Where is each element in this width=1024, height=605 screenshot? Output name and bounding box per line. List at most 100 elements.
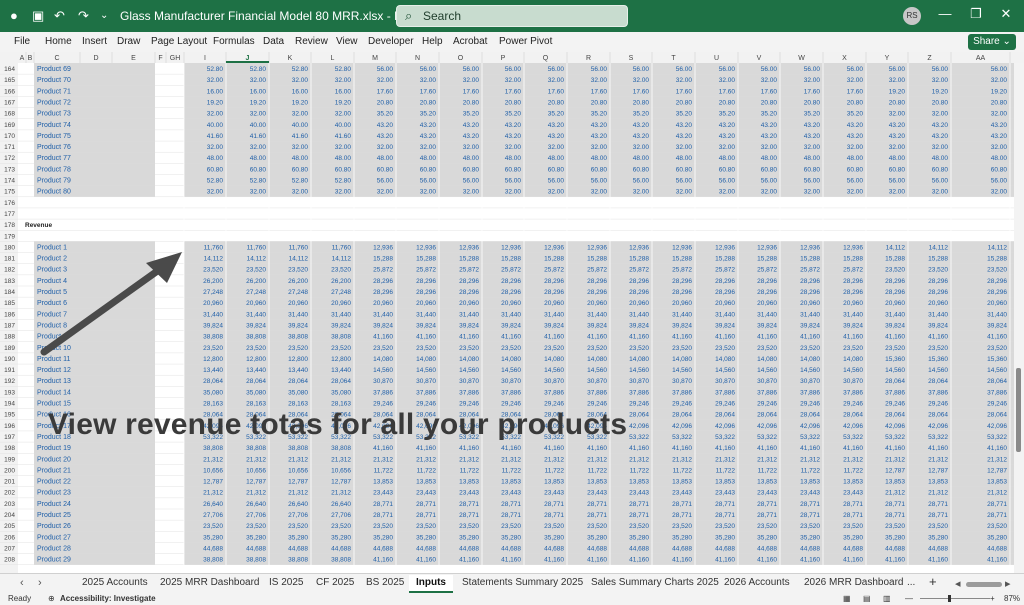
- value-cell: 21,312: [843, 456, 863, 463]
- value-cell: 26,200: [203, 278, 223, 285]
- value-cell: 17.60: [761, 88, 778, 95]
- annotation-caption: View revenue totas for all your products: [48, 408, 628, 441]
- minimize-icon[interactable]: —: [935, 6, 955, 21]
- tab-2026-mrr-dashboard[interactable]: 2026 MRR Dashboard: [804, 577, 904, 588]
- redo-icon[interactable]: ↷: [78, 7, 89, 25]
- value-cell: 44,688: [459, 545, 479, 552]
- tab-2025-mrr-dashboard[interactable]: 2025 MRR Dashboard: [160, 577, 260, 588]
- add-sheet-icon[interactable]: +: [929, 574, 937, 589]
- product-label: Product 27: [37, 534, 71, 541]
- value-cell: 56.00: [991, 178, 1008, 185]
- row-header: 170: [4, 133, 15, 140]
- value-cell: 43.20: [505, 122, 522, 129]
- page-break-icon[interactable]: ▥: [883, 594, 891, 603]
- autosave-toggle-icon[interactable]: ●: [10, 7, 18, 25]
- search-input[interactable]: ⌕ Search: [396, 5, 628, 27]
- menu-draw[interactable]: Draw: [117, 36, 140, 47]
- value-cell: 37,886: [843, 389, 863, 396]
- tab-is-2025[interactable]: IS 2025: [269, 577, 303, 588]
- value-cell: 32.00: [932, 111, 949, 118]
- value-cell: 43.20: [420, 133, 437, 140]
- page-layout-icon[interactable]: ▤: [863, 594, 871, 603]
- quick-access-more-icon[interactable]: ⌄: [100, 7, 108, 25]
- normal-view-icon[interactable]: ▦: [843, 594, 851, 603]
- menu-formulas[interactable]: Formulas: [213, 36, 255, 47]
- value-cell: 20,960: [246, 300, 266, 307]
- horizontal-scrollbar[interactable]: [966, 582, 1002, 587]
- value-cell: 13,853: [672, 479, 692, 486]
- value-cell: 44,688: [246, 545, 266, 552]
- menu-data[interactable]: Data: [263, 36, 284, 47]
- value-cell: 41,160: [843, 557, 863, 564]
- value-cell: 11,722: [588, 467, 608, 474]
- share-button[interactable]: Share ⌄: [968, 34, 1016, 50]
- value-cell: 20,960: [928, 300, 948, 307]
- value-cell: 43.20: [761, 122, 778, 129]
- menu-review[interactable]: Review: [295, 36, 328, 47]
- zoom-slider[interactable]: [920, 598, 990, 599]
- value-cell: 41,160: [459, 445, 479, 452]
- avatar[interactable]: RS: [903, 7, 921, 25]
- menu-acrobat[interactable]: Acrobat: [453, 36, 487, 47]
- menu-help[interactable]: Help: [422, 36, 443, 47]
- value-cell: 31,440: [757, 311, 777, 318]
- zoom-out-icon[interactable]: —: [905, 594, 913, 603]
- menu-power-pivot[interactable]: Power Pivot: [499, 36, 552, 47]
- tab-scroll-left-icon[interactable]: ◂: [955, 577, 961, 590]
- tab-bs-2025[interactable]: BS 2025: [366, 577, 404, 588]
- tab-sales-summary-charts-2025[interactable]: Sales Summary Charts 2025: [591, 577, 719, 588]
- tab-2026-accounts[interactable]: 2026 Accounts: [724, 577, 790, 588]
- value-cell: 52.80: [335, 66, 352, 73]
- menu-developer[interactable]: Developer: [368, 36, 414, 47]
- column-header-f: F: [158, 55, 162, 62]
- value-cell: 48.00: [761, 155, 778, 162]
- value-cell: 21,312: [928, 490, 948, 497]
- value-cell: 13,853: [587, 479, 607, 486]
- scroll-right-icon[interactable]: ›: [38, 577, 42, 589]
- value-cell: 19.20: [335, 99, 352, 106]
- value-cell: 32.00: [420, 144, 437, 151]
- zoom-slider-handle[interactable]: [948, 595, 951, 602]
- save-icon[interactable]: ▣: [32, 7, 44, 25]
- value-cell: 35,280: [928, 534, 948, 541]
- value-cell: 28,771: [373, 512, 393, 519]
- menu-view[interactable]: View: [336, 36, 358, 47]
- value-cell: 41,160: [544, 334, 564, 341]
- menu-home[interactable]: Home: [45, 36, 72, 47]
- product-label: Product 70: [37, 77, 71, 84]
- menu-file[interactable]: File: [14, 36, 30, 47]
- spreadsheet-grid[interactable]: A B C D E F GH I J K L M N O P Q R S T U V W X Y Z AA 164 Product 6…: [0, 52, 1024, 573]
- value-cell: 41,160: [629, 445, 649, 452]
- value-cell: 38,808: [203, 334, 223, 341]
- value-cell: 23,443: [843, 490, 863, 497]
- more-sheets-icon[interactable]: ...: [907, 577, 915, 588]
- value-cell: 60.80: [932, 166, 949, 173]
- zoom-in-icon[interactable]: +: [990, 594, 995, 603]
- product-label: Product 15: [37, 401, 71, 408]
- value-cell: 37,886: [757, 389, 777, 396]
- value-cell: 31,440: [416, 311, 436, 318]
- value-cell: 60.80: [889, 166, 906, 173]
- tab-statements-summary-2025[interactable]: Statements Summary 2025: [462, 577, 583, 588]
- value-cell: 28,064: [987, 378, 1007, 385]
- value-cell: 41,160: [757, 445, 777, 452]
- column-header-aa: AA: [976, 55, 986, 62]
- tab-inputs[interactable]: Inputs: [409, 575, 453, 593]
- tab-cf-2025[interactable]: CF 2025: [316, 577, 354, 588]
- row-header: 202: [4, 490, 15, 497]
- undo-icon[interactable]: ↶: [54, 7, 65, 25]
- close-icon[interactable]: ✕: [996, 6, 1016, 22]
- restore-icon[interactable]: ❐: [966, 6, 986, 22]
- menu-page-layout[interactable]: Page Layout: [151, 36, 207, 47]
- menu-insert[interactable]: Insert: [82, 36, 107, 47]
- zoom-level[interactable]: 87%: [1004, 594, 1020, 603]
- value-cell: 21,312: [373, 456, 393, 463]
- scroll-left-icon[interactable]: ‹: [20, 577, 24, 589]
- product-label: Product 21: [37, 467, 71, 474]
- value-cell: 23,520: [928, 523, 948, 530]
- value-cell: 32.00: [761, 77, 778, 84]
- value-cell: 41,160: [928, 445, 948, 452]
- tab-2025-accounts[interactable]: 2025 Accounts: [82, 577, 148, 588]
- accessibility-status[interactable]: Accessibility: Investigate: [60, 594, 156, 603]
- tab-scroll-right-icon[interactable]: ▸: [1005, 577, 1011, 590]
